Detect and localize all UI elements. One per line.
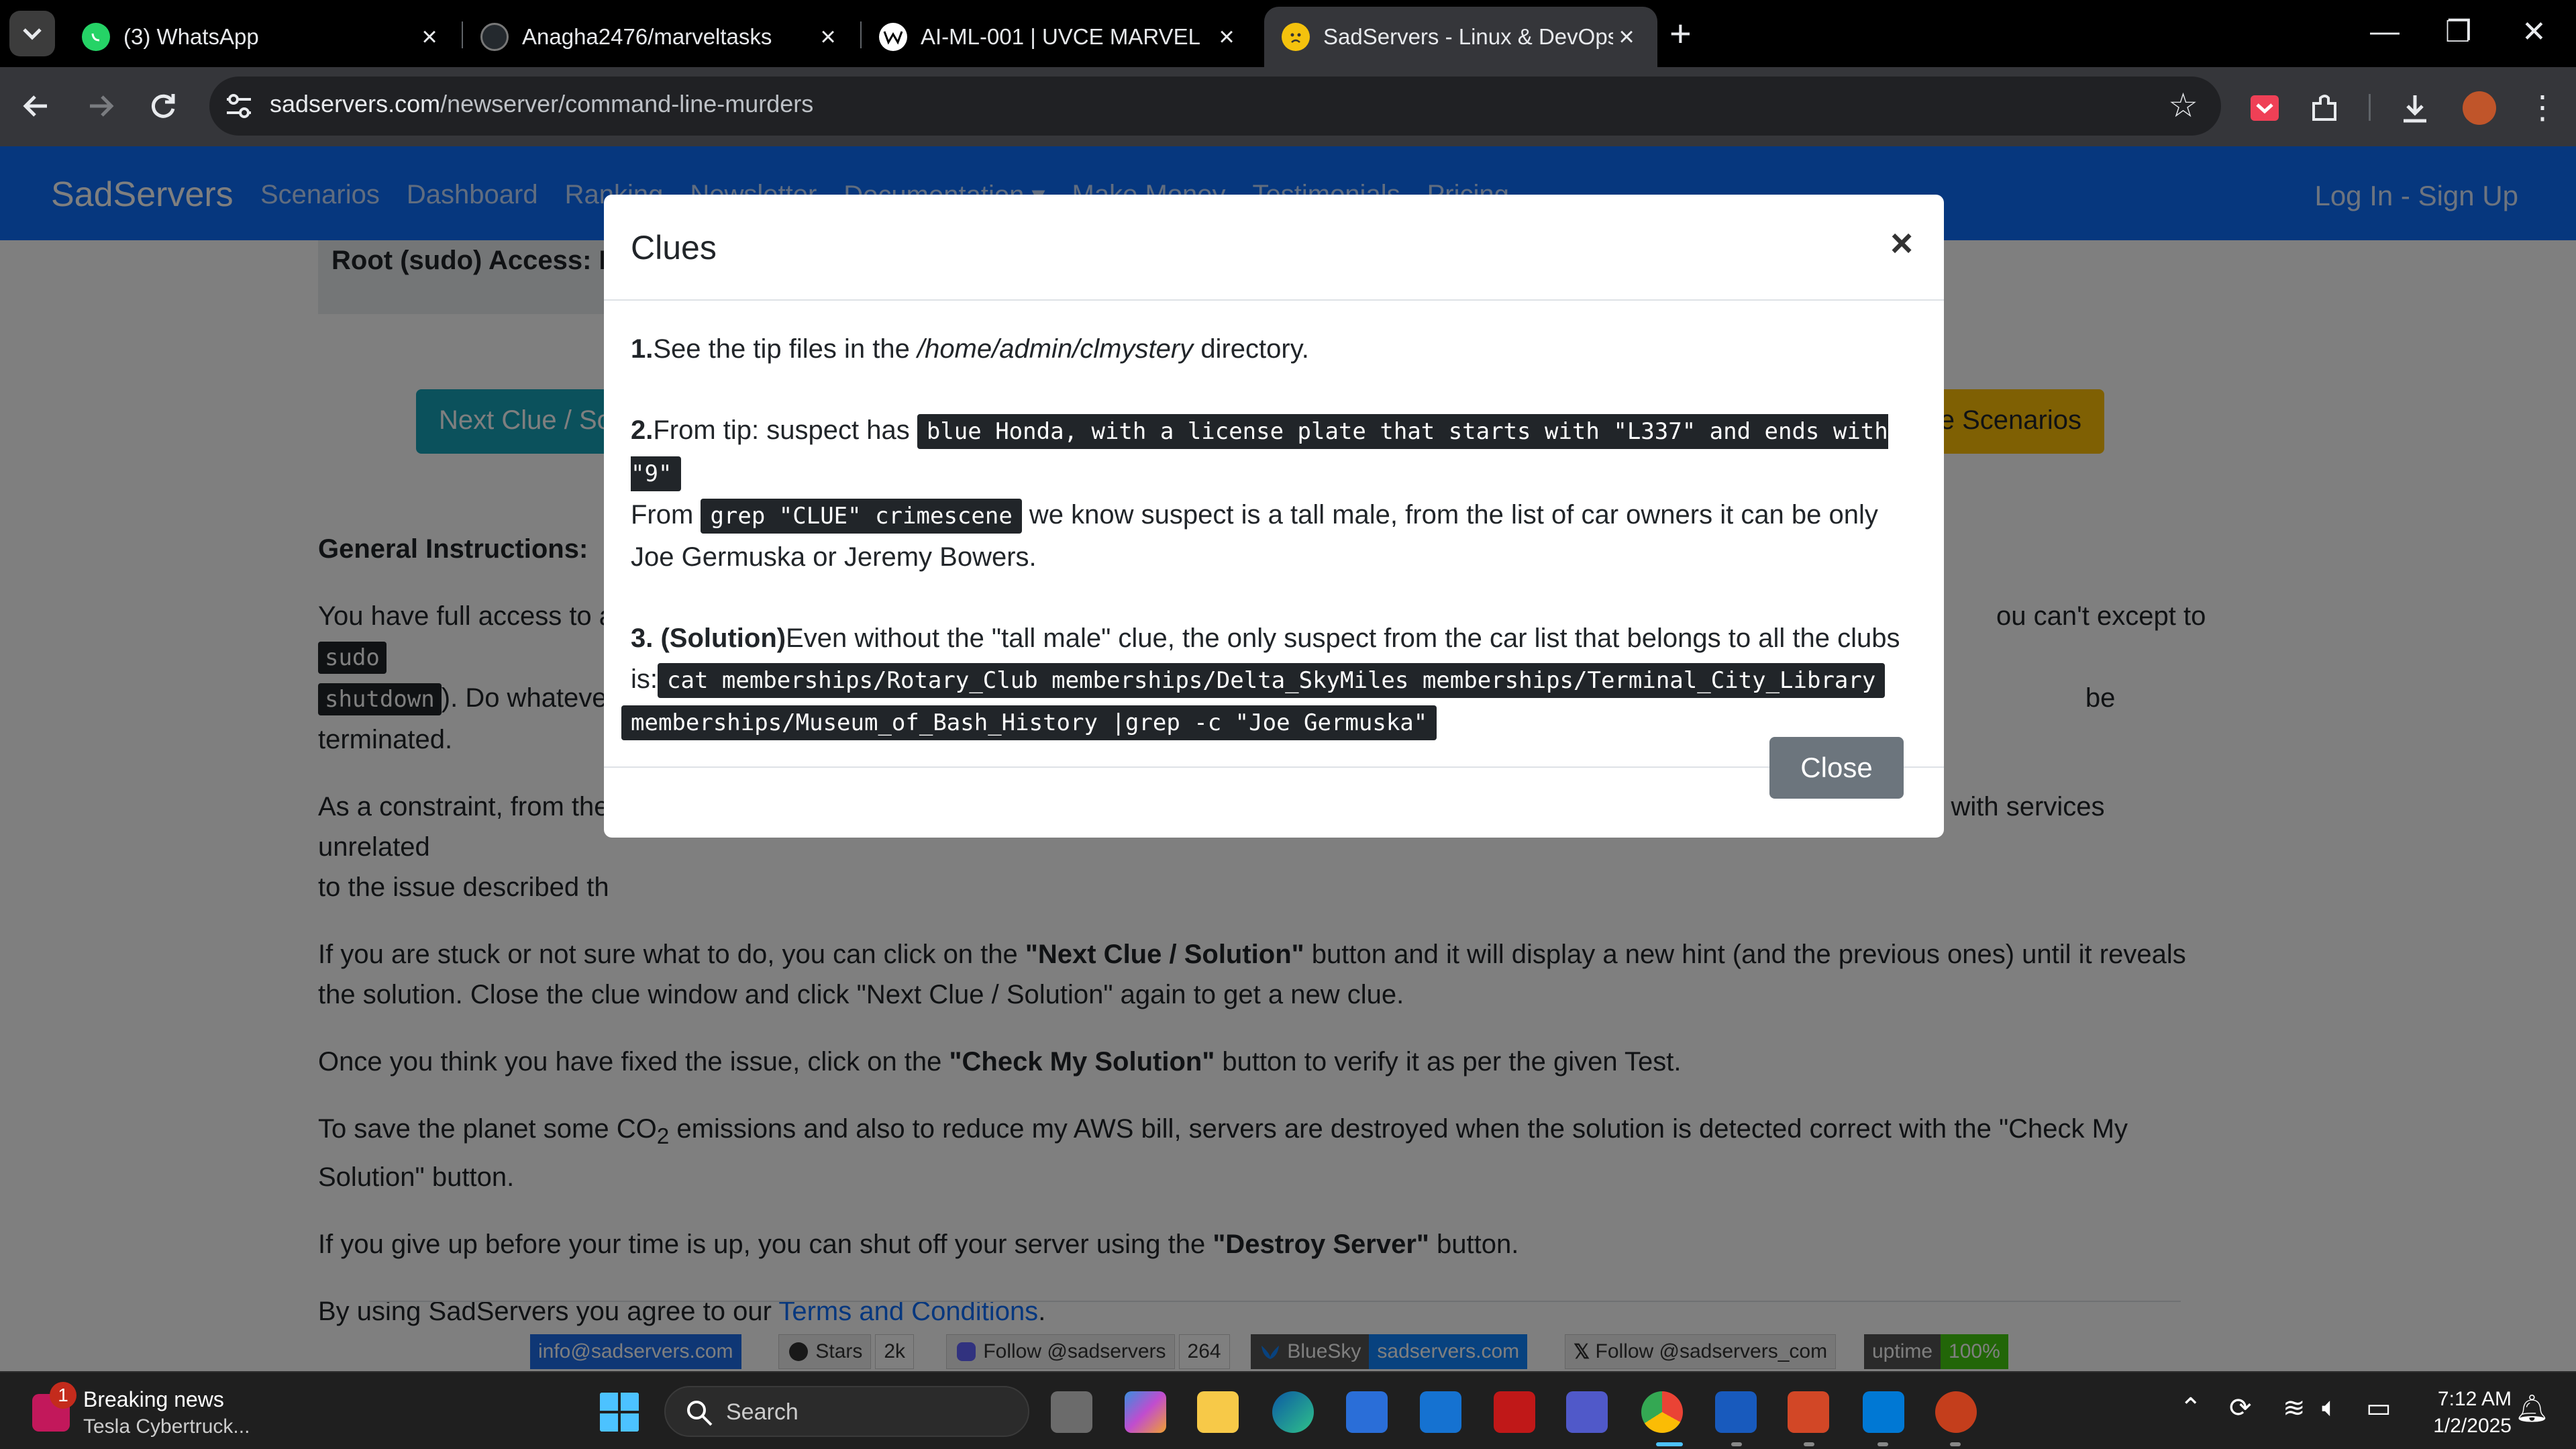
teams-icon[interactable] bbox=[1566, 1391, 1608, 1433]
browser-toolbar: sadservers.com/newserver/command-line-mu… bbox=[0, 67, 2576, 146]
notifications-bell-icon[interactable]: 🔔︎ bbox=[2515, 1393, 2549, 1424]
close-window-button[interactable]: ✕ bbox=[2522, 15, 2546, 49]
clue-2: 2.From tip: suspect has blue Honda, with… bbox=[631, 414, 1888, 572]
tab-sadservers[interactable]: SadServers - Linux & DevOps Tr × bbox=[1264, 7, 1657, 67]
tab-title: (3) WhatsApp bbox=[123, 24, 259, 49]
clue-3: 3. (Solution)Even without the "tall male… bbox=[621, 618, 1919, 744]
file-explorer-icon[interactable] bbox=[1197, 1391, 1239, 1433]
close-tab-icon[interactable]: × bbox=[1613, 22, 1640, 52]
clues-modal: Clues × 1.See the tip files in the /home… bbox=[604, 195, 1944, 838]
modal-body: 1.See the tip files in the /home/admin/c… bbox=[621, 329, 1919, 784]
chevron-down-icon bbox=[23, 28, 42, 40]
close-tab-icon[interactable]: × bbox=[1213, 22, 1240, 52]
tab-title: Anagha2476/marveltasks bbox=[522, 24, 772, 49]
tab-title: AI-ML-001 | UVCE MARVEL bbox=[921, 24, 1200, 49]
back-icon[interactable] bbox=[20, 86, 54, 135]
url-text[interactable]: sadservers.com/newserver/command-line-mu… bbox=[270, 90, 813, 118]
mcafee-icon[interactable] bbox=[1494, 1391, 1535, 1433]
close-button[interactable]: Close bbox=[1769, 737, 1904, 799]
close-icon[interactable]: × bbox=[1890, 224, 1913, 263]
taskbar-clock[interactable]: 7:12 AM 1/2/2025 bbox=[2433, 1386, 2512, 1440]
notification-badge: 1 bbox=[50, 1382, 76, 1409]
copilot-icon[interactable] bbox=[1125, 1391, 1166, 1433]
tab-title: SadServers - Linux & DevOps Tr bbox=[1323, 24, 1613, 49]
taskbar-search[interactable]: Search bbox=[664, 1386, 1029, 1437]
clue-code: grep "CLUE" crimescene bbox=[701, 499, 1022, 534]
site-info-icon[interactable] bbox=[223, 90, 255, 122]
minimize-button[interactable]: — bbox=[2370, 15, 2400, 48]
app-indicator bbox=[1877, 1442, 1888, 1446]
modal-header: Clues × bbox=[604, 195, 1944, 301]
toolbar-divider bbox=[2369, 94, 2371, 121]
snipping-tool-icon[interactable] bbox=[1788, 1391, 1829, 1433]
menu-kebab-icon[interactable]: ⋮ bbox=[2526, 91, 2559, 125]
clue-code: memberships/Museum_of_Bash_History |grep… bbox=[621, 705, 1437, 740]
extensions-icon[interactable] bbox=[2308, 91, 2342, 125]
battery-icon[interactable]: ▭ bbox=[2366, 1393, 2391, 1423]
tab-marvel[interactable]: AI-ML-001 | UVCE MARVEL × bbox=[862, 7, 1257, 67]
volume-icon[interactable]: 🔈︎ bbox=[2322, 1393, 2338, 1423]
news-title: Breaking news bbox=[83, 1387, 224, 1411]
web-page: SadServers Scenarios Dashboard Ranking N… bbox=[0, 146, 2576, 1371]
github-icon bbox=[480, 23, 509, 51]
word-icon[interactable] bbox=[1715, 1391, 1757, 1433]
address-bar[interactable]: sadservers.com/newserver/command-line-mu… bbox=[209, 77, 2221, 136]
clue-code: cat memberships/Rotary_Club memberships/… bbox=[658, 663, 1886, 698]
tab-github[interactable]: Anagha2476/marveltasks × bbox=[463, 7, 859, 67]
profile-avatar[interactable] bbox=[2463, 91, 2496, 125]
tab-whatsapp[interactable]: (3) WhatsApp × bbox=[64, 7, 460, 67]
reload-icon[interactable] bbox=[146, 86, 180, 135]
modal-footer-divider bbox=[604, 766, 1944, 768]
store-icon[interactable] bbox=[1346, 1391, 1388, 1433]
marvel-icon bbox=[879, 23, 907, 51]
modal-title: Clues bbox=[631, 229, 717, 266]
powerpoint-icon[interactable] bbox=[1935, 1391, 1977, 1433]
edge-icon[interactable] bbox=[1272, 1391, 1314, 1433]
app-indicator bbox=[1804, 1442, 1814, 1446]
tab-search-button[interactable] bbox=[9, 11, 55, 56]
clock-date: 1/2/2025 bbox=[2433, 1415, 2512, 1437]
whatsapp-icon bbox=[82, 23, 110, 51]
windows-taskbar: 1 Breaking news Tesla Cybertruck... Sear… bbox=[0, 1371, 2576, 1449]
active-app-indicator bbox=[1656, 1442, 1683, 1446]
news-subtitle: Tesla Cybertruck... bbox=[83, 1415, 250, 1438]
chevron-up-icon[interactable]: ⌃ bbox=[2179, 1393, 2202, 1423]
close-tab-icon[interactable]: × bbox=[815, 22, 841, 52]
sync-icon[interactable]: ⟳ bbox=[2229, 1393, 2252, 1423]
vscode-icon[interactable] bbox=[1863, 1391, 1904, 1433]
forward-icon[interactable] bbox=[83, 86, 117, 135]
app-indicator bbox=[1950, 1442, 1961, 1446]
pocket-extension-icon[interactable] bbox=[2248, 91, 2281, 125]
wifi-icon[interactable]: ≋ bbox=[2283, 1393, 2306, 1423]
task-view-icon[interactable] bbox=[1051, 1391, 1092, 1433]
download-icon[interactable] bbox=[2398, 91, 2432, 125]
browser-tab-bar: (3) WhatsApp × Anagha2476/marveltasks × … bbox=[0, 0, 2576, 67]
chrome-icon[interactable] bbox=[1641, 1391, 1683, 1433]
new-tab-button[interactable]: + bbox=[1669, 15, 1692, 52]
sadservers-icon bbox=[1282, 23, 1310, 51]
windows-start-icon[interactable] bbox=[599, 1391, 640, 1433]
close-tab-icon[interactable]: × bbox=[416, 22, 443, 52]
clock-time: 7:12 AM bbox=[2437, 1388, 2512, 1410]
app-indicator bbox=[1731, 1442, 1742, 1446]
clue-1: 1.See the tip files in the /home/admin/c… bbox=[631, 334, 1309, 364]
mail-icon[interactable] bbox=[1420, 1391, 1461, 1433]
restore-button[interactable]: ❐ bbox=[2445, 15, 2471, 49]
search-icon bbox=[687, 1401, 713, 1426]
bookmark-star-icon[interactable]: ☆ bbox=[2168, 86, 2198, 125]
